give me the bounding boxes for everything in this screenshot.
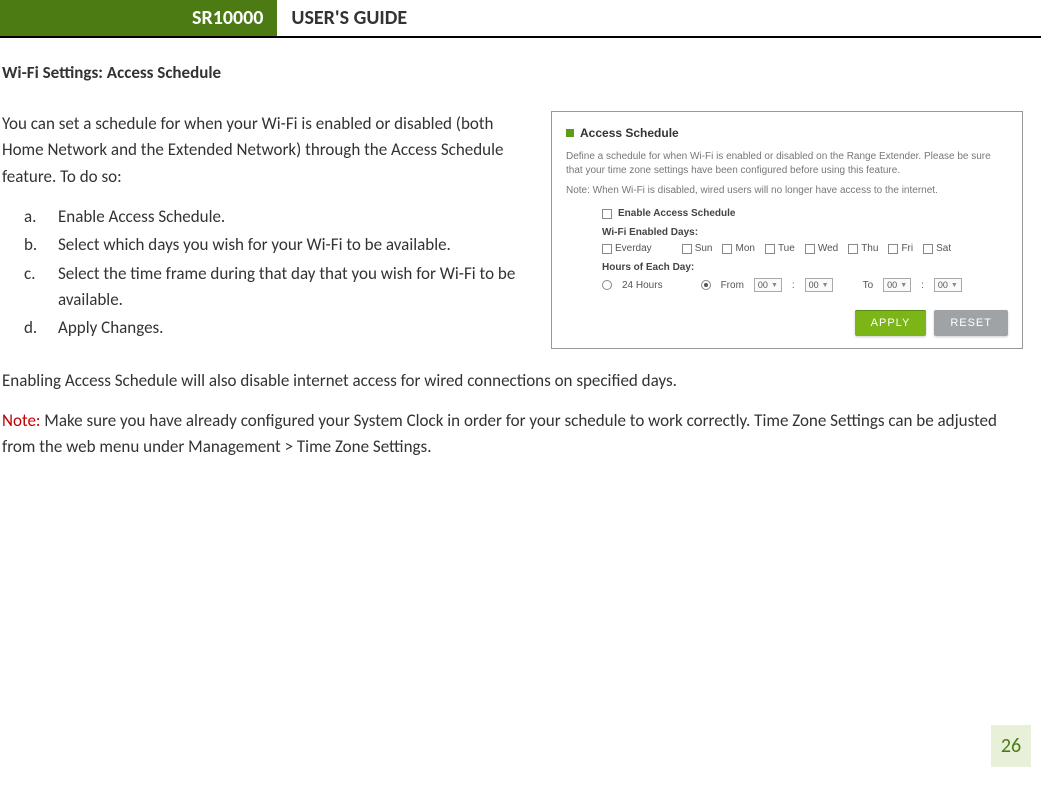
page-body: Wi-Fi Settings: Access Schedule You can …: [0, 38, 1041, 461]
step-text: Select the time frame during that day th…: [58, 261, 527, 314]
reset-button[interactable]: RESET: [934, 310, 1008, 336]
from-minute-select[interactable]: 00▼: [805, 278, 833, 292]
steps-list: a. Enable Access Schedule. b. Select whi…: [24, 204, 527, 342]
day-label: Mon: [735, 243, 754, 254]
day-checkbox-everyday[interactable]: [602, 244, 612, 254]
step-item: a. Enable Access Schedule.: [24, 204, 527, 230]
chevron-down-icon: ▼: [822, 282, 829, 289]
square-bullet-icon: [566, 129, 574, 137]
day-label: Tue: [778, 243, 795, 254]
step-marker: c.: [24, 261, 58, 314]
note-label: Note:: [2, 410, 40, 431]
day-checkbox-tue[interactable]: [765, 244, 775, 254]
day-label: Sat: [936, 243, 951, 254]
time-colon: :: [792, 280, 795, 291]
access-schedule-screenshot: Access Schedule Define a schedule for wh…: [551, 111, 1023, 349]
after-paragraph: Enabling Access Schedule will also disab…: [2, 368, 1023, 394]
day-checkbox-wed[interactable]: [805, 244, 815, 254]
header-accent: [0, 0, 22, 36]
day-checkbox-sat[interactable]: [923, 244, 933, 254]
to-hour-select[interactable]: 00▼: [883, 278, 911, 292]
chevron-down-icon: ▼: [771, 282, 778, 289]
chevron-down-icon: ▼: [900, 282, 907, 289]
step-text: Enable Access Schedule.: [58, 204, 225, 230]
doc-title: USER'S GUIDE: [277, 0, 1041, 36]
step-text: Apply Changes.: [58, 315, 163, 341]
step-text: Select which days you wish for your Wi-F…: [58, 232, 451, 258]
step-marker: d.: [24, 315, 58, 341]
intro-paragraph: You can set a schedule for when your Wi-…: [2, 111, 527, 190]
step-item: b. Select which days you wish for your W…: [24, 232, 527, 258]
day-checkbox-sun[interactable]: [682, 244, 692, 254]
chevron-down-icon: ▼: [951, 282, 958, 289]
day-label: Sun: [695, 243, 713, 254]
hours-from-radio[interactable]: [701, 280, 711, 290]
enable-access-schedule-checkbox[interactable]: [602, 209, 612, 219]
screenshot-title: Access Schedule: [580, 126, 679, 140]
day-label: Thu: [861, 243, 878, 254]
to-minute-select[interactable]: 00▼: [934, 278, 962, 292]
apply-button[interactable]: APPLY: [855, 310, 927, 336]
hours-24-label: 24 Hours: [622, 280, 663, 291]
step-marker: b.: [24, 232, 58, 258]
doc-header: SR10000 USER'S GUIDE: [0, 0, 1041, 38]
product-model: SR10000: [22, 0, 277, 36]
day-checkbox-fri[interactable]: [888, 244, 898, 254]
day-label: Wed: [818, 243, 838, 254]
hours-label: Hours of Each Day:: [602, 262, 1008, 273]
step-item: c. Select the time frame during that day…: [24, 261, 527, 314]
screenshot-title-row: Access Schedule: [566, 126, 1008, 140]
content-column: You can set a schedule for when your Wi-…: [2, 111, 527, 356]
step-marker: a.: [24, 204, 58, 230]
day-label: Fri: [901, 243, 913, 254]
page-number: 26: [991, 725, 1031, 767]
note-paragraph: Note: Make sure you have already configu…: [2, 408, 1023, 461]
from-hour-select[interactable]: 00▼: [754, 278, 782, 292]
note-text: Make sure you have already configured yo…: [2, 410, 997, 457]
hours-24-radio[interactable]: [602, 280, 612, 290]
day-label: Everday: [615, 243, 652, 254]
day-checkbox-thu[interactable]: [848, 244, 858, 254]
time-colon: :: [921, 280, 924, 291]
days-row: Everday Sun Mon Tue Wed Thu Fri Sat: [602, 243, 1008, 254]
section-title: Wi-Fi Settings: Access Schedule: [2, 62, 1023, 83]
screenshot-note: Note: When Wi-Fi is disabled, wired user…: [566, 185, 1008, 196]
to-label: To: [863, 280, 874, 291]
screenshot-description: Define a schedule for when Wi-Fi is enab…: [566, 150, 1008, 177]
step-item: d. Apply Changes.: [24, 315, 527, 341]
day-checkbox-mon[interactable]: [722, 244, 732, 254]
wifi-enabled-days-label: Wi-Fi Enabled Days:: [602, 227, 1008, 238]
hours-from-label: From: [721, 280, 744, 291]
enable-label: Enable Access Schedule: [618, 208, 735, 219]
